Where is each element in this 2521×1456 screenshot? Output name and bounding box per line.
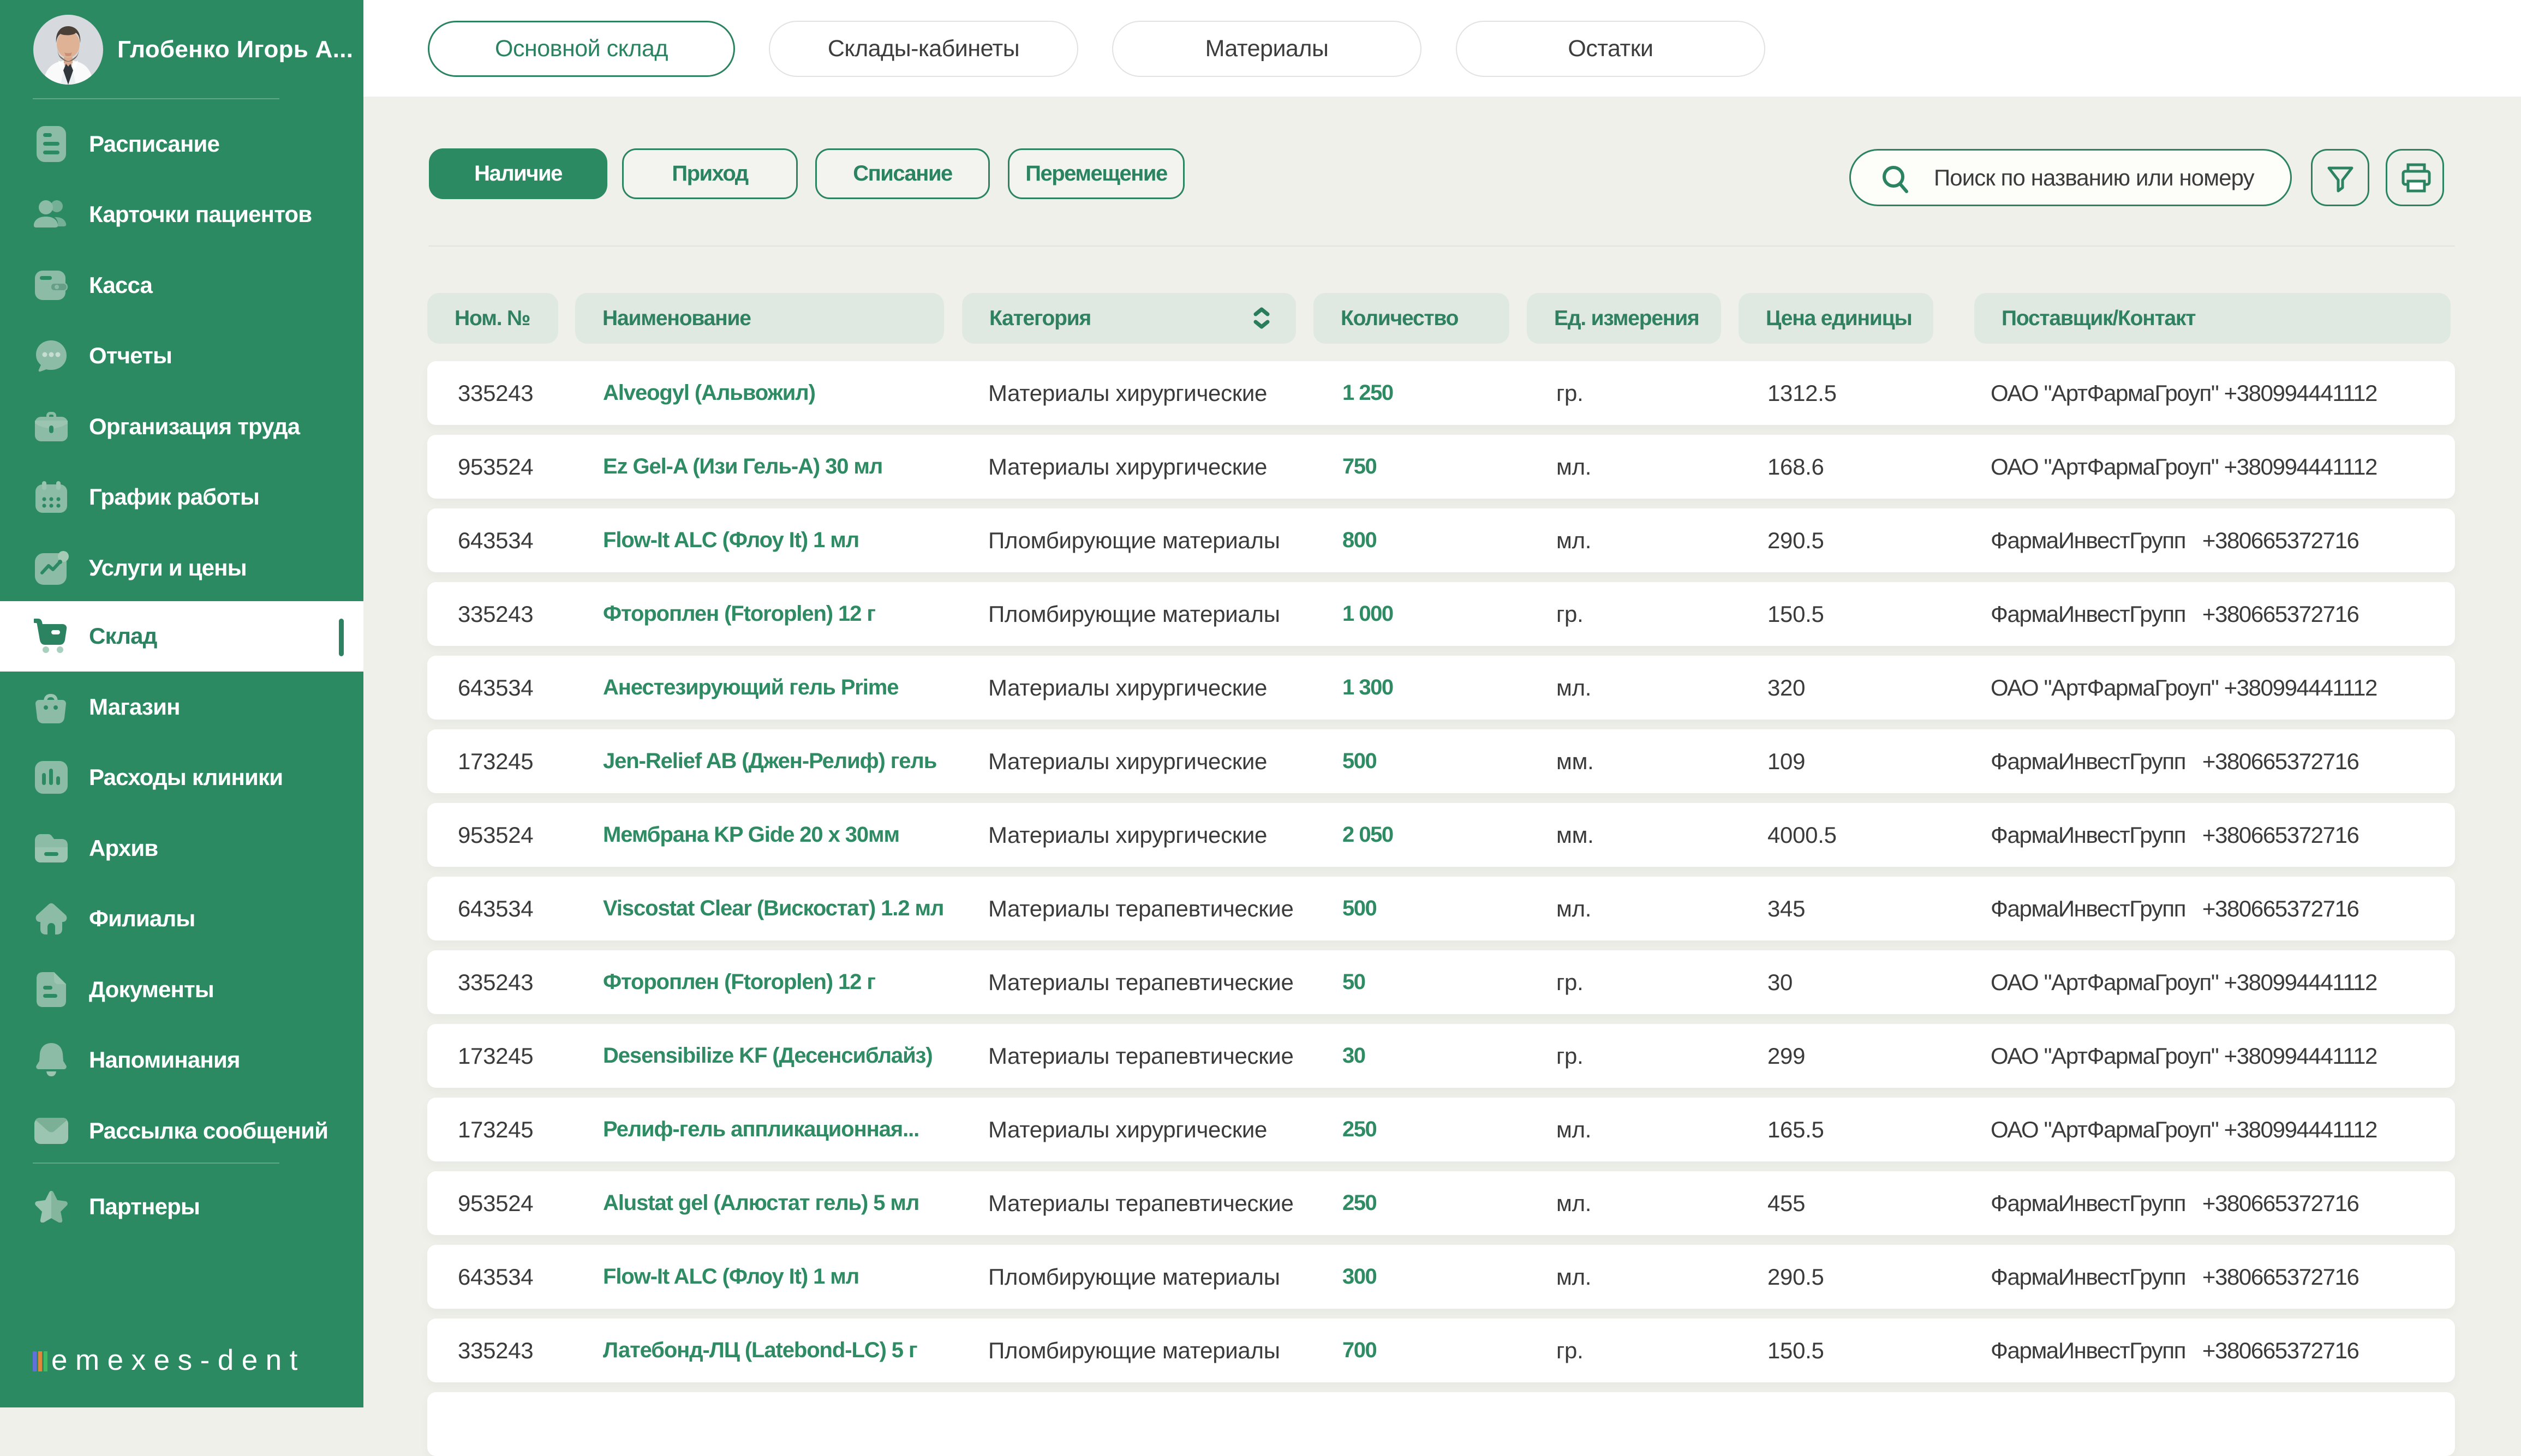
svg-text:emexes-dent: emexes-dent bbox=[51, 1345, 304, 1376]
